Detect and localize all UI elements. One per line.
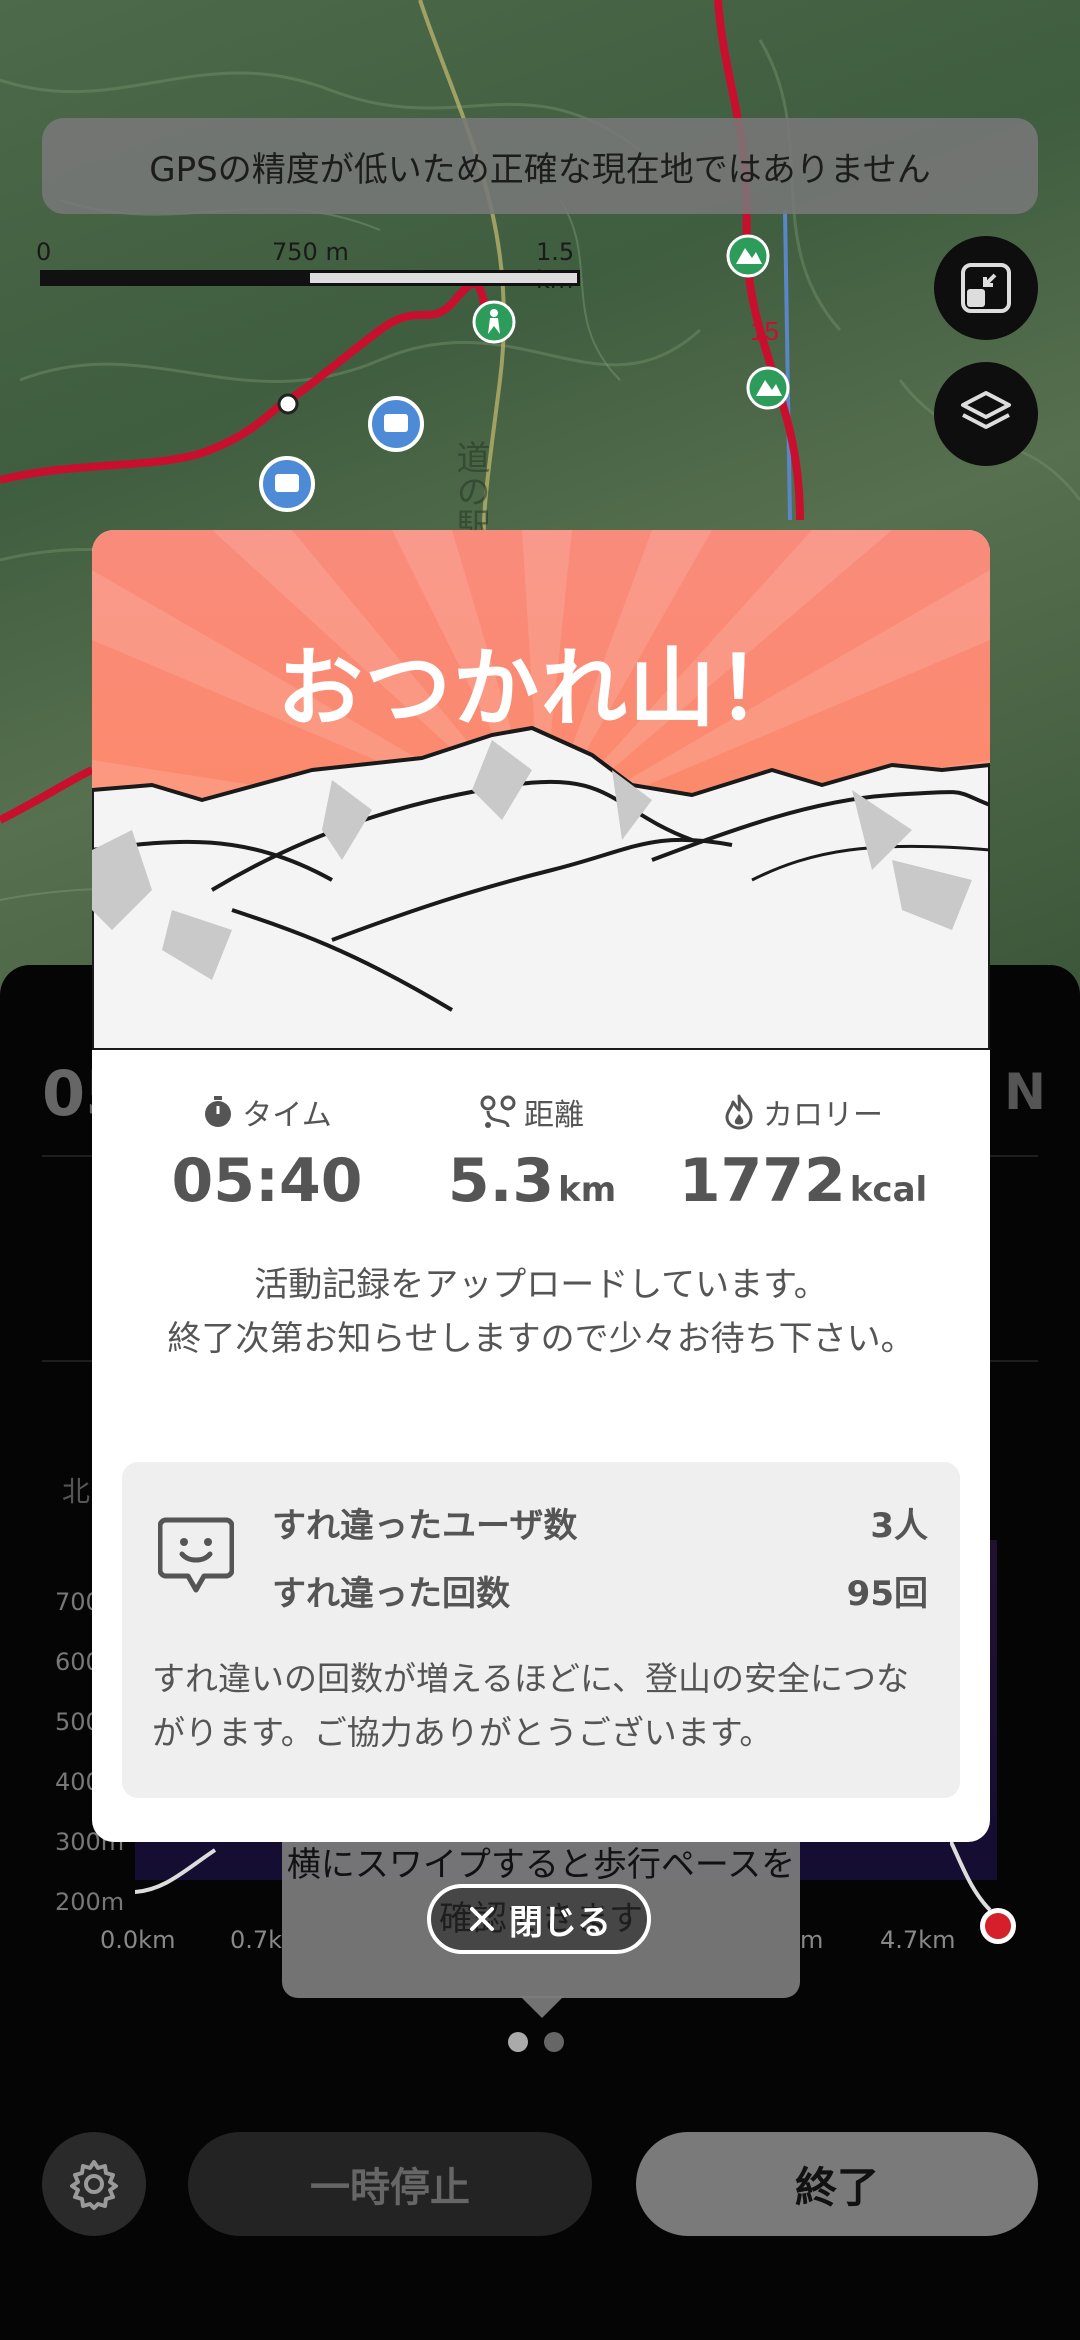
passed-count-row: すれ違った回数 95回 <box>272 1566 928 1615</box>
x-tick: 4.7km <box>880 1926 956 1954</box>
compass-north-indicator: N <box>1004 1063 1046 1121</box>
mountain-marker-icon <box>746 366 790 410</box>
upload-status-message: 活動記録をアップロードしています。 終了次第お知らせしますので少々お待ち下さい。 <box>152 1258 930 1366</box>
mountain-marker-icon <box>726 234 770 278</box>
stat-value: 05:40 <box>171 1146 363 1216</box>
passing-info-box: すれ違ったユーザ数 3人 すれ違った回数 95回 すれ違いの回数が増えるほどに、… <box>122 1462 960 1798</box>
layers-icon <box>961 391 1011 429</box>
page-indicator <box>508 2032 564 2052</box>
stat-time: タイム 05:40 <box>162 1090 372 1216</box>
stopwatch-icon <box>205 1096 232 1127</box>
elevation-line-start <box>135 1848 217 1894</box>
upload-message-line: 活動記録をアップロードしています。 <box>254 1265 828 1305</box>
settings-button[interactable] <box>42 2132 146 2236</box>
page-dot-active <box>508 2032 528 2052</box>
scale-label-mid: 750 m <box>272 238 349 266</box>
tooltip-arrow <box>520 1996 564 2018</box>
x-tick: m <box>800 1926 824 1954</box>
stat-calories: カロリー 1772 kcal <box>668 1090 938 1216</box>
stat-label: 距離 <box>524 1098 584 1133</box>
stat-value: 5.3 <box>447 1146 555 1216</box>
mountain-illustration <box>92 530 990 1050</box>
pause-button[interactable]: 一時停止 <box>188 2132 592 2236</box>
passed-count-value: 95回 <box>846 1574 928 1614</box>
passing-chat-icon <box>158 1517 234 1593</box>
hero-banner: おつかれ山！ <box>92 530 990 1050</box>
x-tick: 0.0km <box>100 1926 176 1954</box>
y-tick: 200m <box>55 1888 125 1916</box>
passed-count-label: すれ違った回数 <box>272 1574 510 1614</box>
dialog-title: おつかれ山！ <box>277 639 805 739</box>
close-label: 閉じる <box>509 1902 611 1943</box>
activity-stats: タイム 05:40 距離 5.3 km カロリー 1772 kcal <box>92 1090 990 1230</box>
passed-users-row: すれ違ったユーザ数 3人 <box>272 1498 928 1547</box>
stat-distance: 距離 5.3 km <box>422 1090 642 1216</box>
stat-unit: km <box>558 1170 617 1210</box>
passing-note: すれ違いの回数が増えるほどに、登山の安全につながります。ご協力ありがとうございま… <box>152 1659 910 1752</box>
map-scale-bar: 0 750 m 1.5 km <box>36 238 596 294</box>
poi-label: 道の駅 <box>450 440 490 542</box>
flame-icon <box>725 1094 753 1130</box>
map-layers-button[interactable] <box>934 362 1038 466</box>
page-dot <box>544 2032 564 2052</box>
end-button[interactable]: 終了 <box>636 2132 1038 2236</box>
summit-complete-dialog: おつかれ山！ タイム 05:40 距離 5.3 km カロリー 1772 kca… <box>92 530 990 1842</box>
scale-label-start: 0 <box>36 238 52 266</box>
close-button[interactable]: 閉じる <box>427 1884 651 1954</box>
upload-message-line: 終了次第お知らせしますので少々お待ち下さい。 <box>167 1319 915 1359</box>
route-marker-number: 15 <box>750 316 779 346</box>
direction-label: 北 <box>62 1475 91 1508</box>
exit-fullscreen-button[interactable] <box>934 236 1038 340</box>
exit-fullscreen-icon <box>961 263 1011 313</box>
hiker-marker-icon <box>472 300 516 344</box>
gps-warning-banner: GPSの精度が低いため正確な現在地ではありません <box>42 118 1038 214</box>
route-icon <box>480 1095 516 1128</box>
stat-value: 1772 <box>678 1146 846 1216</box>
stat-label: カロリー <box>763 1098 883 1133</box>
stat-unit: kcal <box>849 1170 928 1210</box>
close-icon <box>470 1907 494 1931</box>
stat-label: タイム <box>242 1098 332 1133</box>
gear-icon <box>70 2160 118 2210</box>
x-tick: 0.7k <box>230 1926 283 1954</box>
current-position-dot <box>980 1908 1016 1944</box>
passed-users-label: すれ違ったユーザ数 <box>272 1506 578 1546</box>
passed-users-value: 3人 <box>870 1506 928 1546</box>
